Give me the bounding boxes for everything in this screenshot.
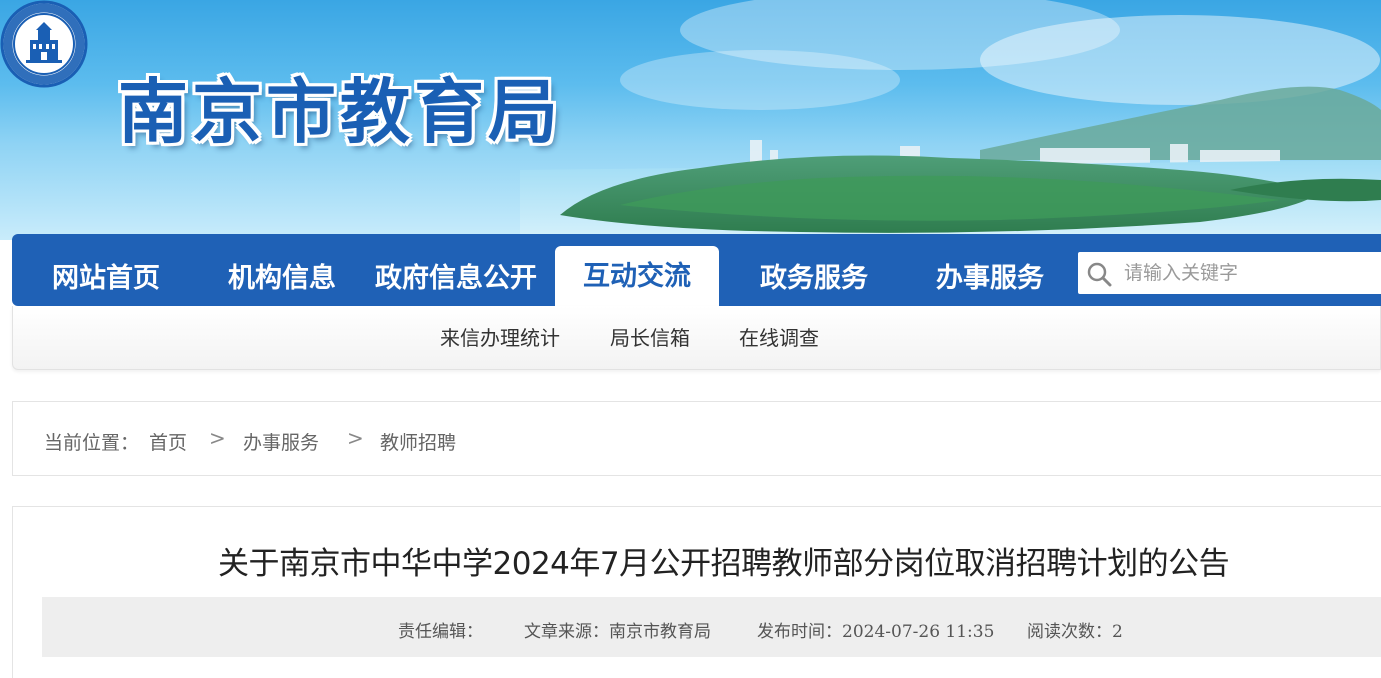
breadcrumb-item-affairs[interactable]: 办事服务 [243, 428, 319, 455]
nav-item-interaction[interactable]: 互动交流 [555, 246, 719, 306]
breadcrumb-prefix: 当前位置： [44, 432, 140, 454]
breadcrumb: 当前位置： 首页 > 办事服务 > 教师招聘 [12, 401, 1381, 476]
sub-nav: 来信办理统计 局长信箱 在线调查 [12, 306, 1381, 370]
site-title: 南京市教育局 [118, 70, 562, 153]
nav-item-home[interactable]: 网站首页 [24, 248, 188, 306]
nav-item-affairs[interactable]: 办事服务 [908, 248, 1072, 306]
nav-item-gov-services[interactable]: 政务服务 [732, 248, 896, 306]
meta-read-count: 阅读次数：2 [1027, 622, 1123, 642]
search-box [1078, 252, 1381, 294]
header-banner: 南京市教育局 [0, 0, 1381, 240]
subnav-item-director-mailbox[interactable]: 局长信箱 [610, 322, 690, 351]
nav-item-organization[interactable]: 机构信息 [200, 248, 364, 306]
search-icon[interactable] [1086, 261, 1112, 287]
subnav-item-letter-stats[interactable]: 来信办理统计 [440, 322, 560, 351]
article-title: 关于南京市中华中学2024年7月公开招聘教师部分岗位取消招聘计划的公告 [218, 546, 1230, 582]
meta-editor: 责任编辑： [398, 622, 483, 642]
breadcrumb-item-home[interactable]: 首页 [149, 428, 187, 455]
chevron-right-icon: > [347, 426, 364, 450]
search-input[interactable] [1124, 258, 1374, 288]
subnav-item-online-survey[interactable]: 在线调查 [739, 322, 819, 351]
meta-source: 文章来源：南京市教育局 [524, 622, 711, 642]
education-bureau-logo [0, 0, 88, 88]
breadcrumb-item-teacher-recruitment[interactable]: 教师招聘 [380, 428, 456, 455]
article-meta-bar: 责任编辑： 文章来源：南京市教育局 发布时间：2024-07-26 11:35 … [42, 597, 1381, 657]
chevron-right-icon: > [209, 426, 226, 450]
nav-item-gov-info[interactable]: 政府信息公开 [368, 248, 544, 306]
meta-publish-time: 发布时间：2024-07-26 11:35 [757, 622, 995, 642]
